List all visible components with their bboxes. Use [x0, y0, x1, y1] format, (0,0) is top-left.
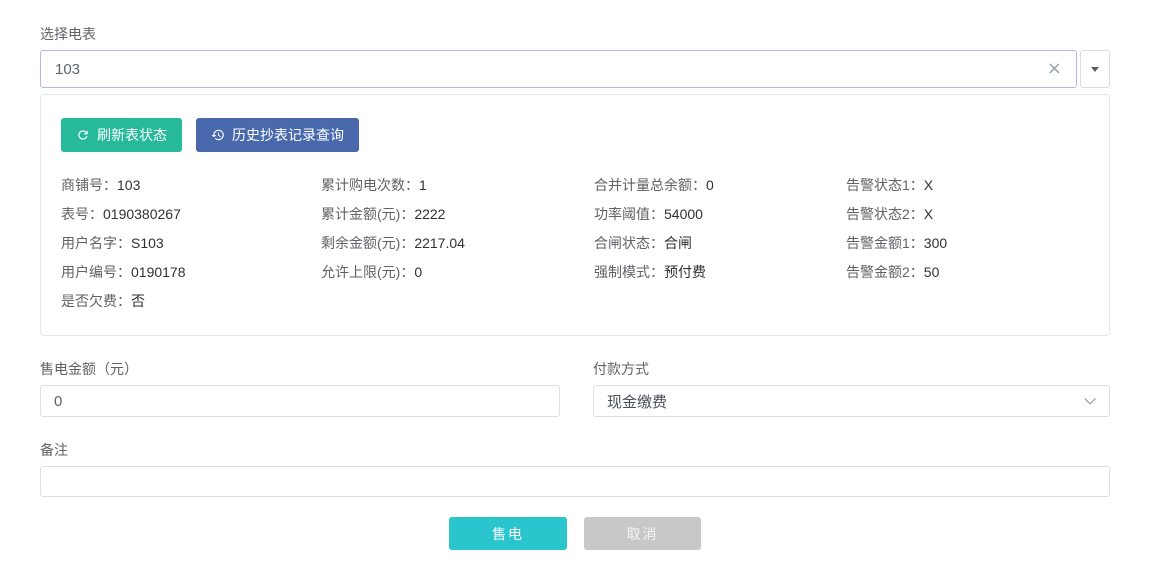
- remark-input[interactable]: [40, 466, 1110, 497]
- info-field-user-number: 用户编号：0190178: [61, 262, 321, 282]
- info-field-force-mode: 强制模式：预付费: [594, 262, 846, 282]
- payment-method-group: 付款方式 现金缴费: [593, 360, 1110, 417]
- info-field-user-name: 用户名字：S103: [61, 233, 321, 253]
- info-label: 合闸状态：: [594, 235, 664, 251]
- info-field-arrears-status: 是否欠费：否: [61, 291, 321, 311]
- refresh-icon: [76, 128, 90, 142]
- info-label: 告警状态1：: [846, 177, 924, 193]
- info-label: 强制模式：: [594, 264, 664, 280]
- info-value: 预付费: [664, 264, 706, 280]
- info-value: 否: [131, 293, 145, 309]
- info-label: 剩余金额(元)：: [321, 235, 414, 251]
- info-label: 用户编号：: [61, 264, 131, 280]
- meter-select-field[interactable]: ×: [40, 50, 1077, 88]
- info-value: 合闸: [664, 235, 692, 251]
- clear-icon[interactable]: ×: [1045, 60, 1064, 78]
- action-button-row: 售电 取消: [40, 517, 1110, 550]
- info-label: 告警金额1：: [846, 235, 924, 251]
- remark-group: 备注: [40, 441, 1110, 497]
- info-label: 合并计量总余额：: [594, 177, 706, 193]
- sale-form-row: 售电金额（元） 付款方式 现金缴费: [40, 360, 1110, 417]
- remark-label: 备注: [40, 441, 1110, 459]
- info-field-alarm-amount-2: 告警金额2：50: [846, 262, 1089, 282]
- info-label: 功率阈值：: [594, 206, 664, 222]
- history-icon: [211, 128, 225, 142]
- sell-electricity-page: 选择电表 × 刷新表状态 历史抄表记录查询 商: [40, 0, 1110, 550]
- info-value: 300: [924, 235, 947, 251]
- info-value: 50: [924, 264, 940, 280]
- info-value: 1: [419, 177, 427, 193]
- info-field-shop-number: 商铺号：103: [61, 175, 321, 195]
- info-label: 告警金额2：: [846, 264, 924, 280]
- info-value: 0: [414, 264, 422, 280]
- info-field-remaining-amount: 剩余金额(元)：2217.04: [321, 233, 594, 253]
- info-label: 用户名字：: [61, 235, 131, 251]
- info-value: 0190178: [131, 264, 186, 280]
- sale-amount-group: 售电金额（元）: [40, 360, 560, 417]
- info-value: X: [924, 177, 933, 193]
- info-label: 商铺号：: [61, 177, 117, 193]
- history-button-label: 历史抄表记录查询: [232, 125, 344, 145]
- info-value: 2222: [414, 206, 445, 222]
- panel-button-row: 刷新表状态 历史抄表记录查询: [61, 118, 1089, 152]
- sale-amount-label: 售电金额（元）: [40, 360, 560, 378]
- info-value: 2217.04: [414, 235, 465, 251]
- info-field-alarm-amount-1: 告警金额1：300: [846, 233, 1089, 253]
- cancel-button[interactable]: 取消: [584, 517, 701, 550]
- meter-select-input[interactable]: [55, 61, 1045, 78]
- info-value: 54000: [664, 206, 703, 222]
- info-field-allowed-limit: 允许上限(元)：0: [321, 262, 594, 282]
- history-records-query-button[interactable]: 历史抄表记录查询: [196, 118, 359, 152]
- info-label: 是否欠费：: [61, 293, 131, 309]
- info-label: 允许上限(元)：: [321, 264, 414, 280]
- payment-method-label: 付款方式: [593, 360, 1110, 378]
- payment-method-select[interactable]: 现金缴费: [593, 385, 1110, 417]
- meter-dropdown-toggle-button[interactable]: [1080, 50, 1110, 88]
- info-label: 表号：: [61, 206, 103, 222]
- meter-info-grid: 商铺号：103 累计购电次数：1 合并计量总余额：0 告警状态1：X 表号：01…: [61, 175, 1089, 311]
- info-field-alarm-status-2: 告警状态2：X: [846, 204, 1089, 224]
- select-meter-label: 选择电表: [40, 25, 1110, 43]
- info-value: 0190380267: [103, 206, 181, 222]
- sell-button[interactable]: 售电: [449, 517, 567, 550]
- info-field-switch-status: 合闸状态：合闸: [594, 233, 846, 253]
- info-value: 0: [706, 177, 714, 193]
- payment-method-value: 现金缴费: [607, 391, 1084, 412]
- sale-amount-input[interactable]: [40, 385, 560, 417]
- info-label: 累计金额(元)：: [321, 206, 414, 222]
- meter-combobox: ×: [40, 50, 1110, 88]
- caret-down-icon: [1091, 67, 1099, 72]
- info-field-purchase-count: 累计购电次数：1: [321, 175, 594, 195]
- info-value: S103: [131, 235, 164, 251]
- info-label: 累计购电次数：: [321, 177, 419, 193]
- info-field-meter-number: 表号：0190380267: [61, 204, 321, 224]
- info-value: X: [924, 206, 933, 222]
- info-field-combined-balance: 合并计量总余额：0: [594, 175, 846, 195]
- info-field-alarm-status-1: 告警状态1：X: [846, 175, 1089, 195]
- refresh-button-label: 刷新表状态: [97, 125, 167, 145]
- meter-status-panel: 刷新表状态 历史抄表记录查询 商铺号：103 累计购电次数：1 合并计量总余额：…: [40, 94, 1110, 336]
- refresh-meter-status-button[interactable]: 刷新表状态: [61, 118, 182, 152]
- info-value: 103: [117, 177, 140, 193]
- info-label: 告警状态2：: [846, 206, 924, 222]
- chevron-down-icon: [1084, 393, 1095, 404]
- info-field-total-amount: 累计金额(元)：2222: [321, 204, 594, 224]
- info-field-power-threshold: 功率阈值：54000: [594, 204, 846, 224]
